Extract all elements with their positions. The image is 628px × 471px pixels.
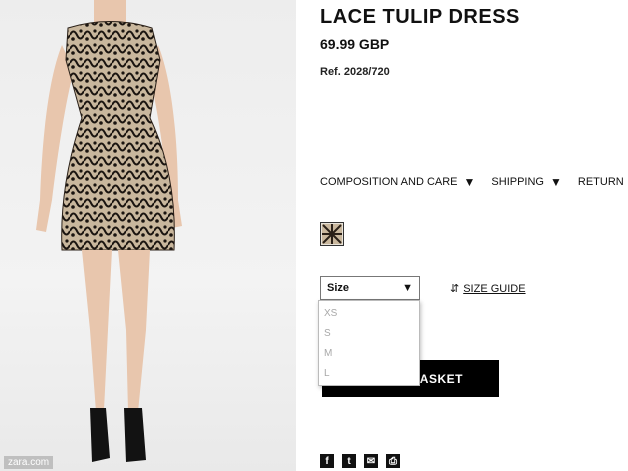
print-icon[interactable]: ⎙ — [386, 454, 400, 468]
info-tabs: COMPOSITION AND CARE ▼ SHIPPING ▼ RETURN… — [320, 175, 628, 189]
size-select[interactable]: Size ▼ — [320, 276, 420, 300]
product-reference: Ref. 2028/720 — [320, 66, 390, 78]
caret-down-icon: ▼ — [550, 175, 562, 189]
watermark: zara.com — [4, 456, 54, 469]
share-bar: f t ✉ ⎙ — [320, 454, 400, 468]
lace-swatch-icon — [322, 224, 342, 244]
product-price: 69.99 GBP — [320, 36, 390, 52]
caret-down-icon: ▼ — [463, 175, 476, 189]
size-select-value: Size — [327, 282, 350, 294]
tab-return[interactable]: RETURN ▼ — [578, 175, 628, 189]
size-option-s[interactable]: S — [319, 324, 419, 344]
size-option-xs[interactable]: XS — [319, 304, 419, 324]
size-guide-label: SIZE GUIDE — [463, 282, 526, 295]
size-option-m[interactable]: M — [319, 344, 419, 364]
size-dropdown: XS S M L — [318, 300, 420, 386]
twitter-icon[interactable]: t — [342, 454, 356, 468]
tab-composition-and-care[interactable]: COMPOSITION AND CARE ▼ — [320, 175, 475, 189]
chevron-down-icon: ▼ — [402, 282, 413, 294]
product-photo: zara.com — [0, 0, 296, 471]
color-swatch[interactable] — [320, 222, 344, 246]
email-icon[interactable]: ✉ — [364, 454, 378, 468]
tab-label: RETURN — [577, 176, 624, 188]
ruler-icon: ⇵ — [450, 283, 460, 295]
product-title: LACE TULIP DRESS — [320, 6, 520, 28]
size-guide-link[interactable]: ⇵ SIZE GUIDE — [450, 282, 526, 296]
facebook-icon[interactable]: f — [320, 454, 334, 468]
tab-shipping[interactable]: SHIPPING ▼ — [491, 175, 561, 189]
model-illustration — [36, 0, 182, 462]
tab-label: SHIPPING — [491, 176, 544, 188]
tab-label: COMPOSITION AND CARE — [320, 176, 458, 188]
size-option-l[interactable]: L — [319, 364, 419, 384]
